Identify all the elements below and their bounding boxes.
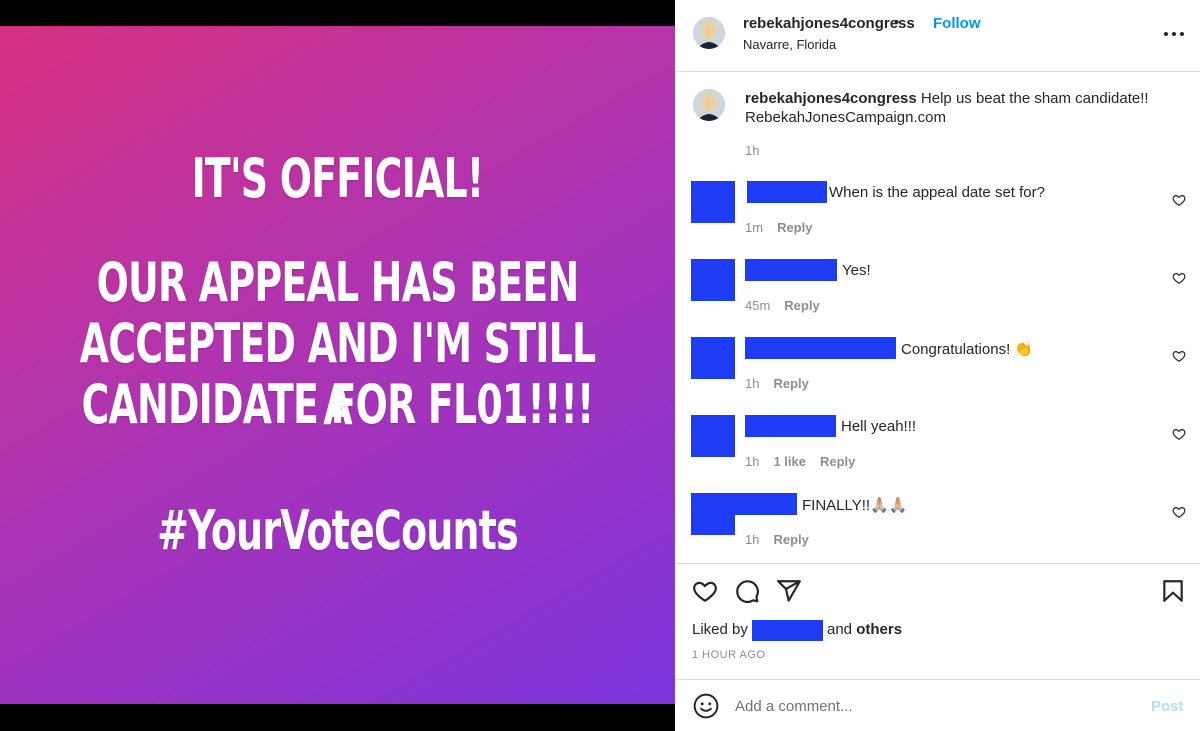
post-image-hashtag: #YourVoteCounts: [157, 499, 519, 562]
liked-by-others[interactable]: and others: [827, 621, 902, 638]
reply-button[interactable]: Reply: [820, 454, 855, 469]
reply-button[interactable]: Reply: [784, 298, 819, 313]
author-photo-icon: [693, 89, 725, 121]
comment-avatar-redacted[interactable]: [691, 493, 735, 535]
caption-avatar[interactable]: [693, 89, 725, 121]
comment-time: 45m: [745, 298, 771, 313]
comment-time: 1m: [745, 220, 764, 235]
comment-like-heart-icon[interactable]: [1172, 271, 1186, 285]
comment-text: Hell yeah!!!: [841, 418, 917, 435]
comment-likes-count[interactable]: 1 like: [773, 454, 806, 469]
comment-item: Congratulations! 👏 1h Reply: [675, 337, 1200, 415]
post-image-line-1: IT'S OFFICIAL!: [191, 147, 485, 210]
comment-like-heart-icon[interactable]: [1172, 505, 1186, 519]
comment-avatar-redacted[interactable]: [691, 259, 735, 301]
comment-meta: 45m Reply: [745, 298, 834, 313]
caption-username[interactable]: rebekahjones4congress: [745, 90, 917, 107]
comment-time: 1h: [745, 532, 760, 547]
comment-meta: 1m Reply: [745, 220, 826, 235]
liked-by-user-redacted[interactable]: [752, 620, 823, 641]
comment-text: FINALLY!!🙏🏼🙏🏼: [802, 497, 908, 514]
comment-item: Yes! 45m Reply: [675, 259, 1200, 337]
comment-icon[interactable]: [734, 578, 760, 604]
post-actions: Liked by and others 1 HOUR AGO: [675, 563, 1200, 669]
post-location[interactable]: Navarre, Florida: [743, 37, 836, 52]
liked-and: and: [827, 621, 853, 638]
comment-meta: 1h Reply: [745, 532, 823, 547]
share-icon[interactable]: [776, 578, 802, 604]
add-comment-bar: Post: [675, 679, 1200, 731]
post-sidebar: rebekahjones4congress • Follow Navarre, …: [675, 0, 1200, 731]
post-header: rebekahjones4congress • Follow Navarre, …: [675, 0, 1200, 72]
liked-others-link[interactable]: others: [856, 621, 902, 638]
comment-item: FINALLY!!🙏🏼🙏🏼 1h Reply: [675, 493, 1200, 571]
comment-text: Yes!: [842, 262, 871, 279]
post-timestamp: 1 HOUR AGO: [692, 649, 766, 661]
comment-avatar-redacted[interactable]: [691, 337, 735, 379]
comment-like-heart-icon[interactable]: [1172, 427, 1186, 441]
comment-like-heart-icon[interactable]: [1172, 193, 1186, 207]
comment-item: Hell yeah!!! 1h 1 like Reply: [675, 415, 1200, 493]
comment-username-redacted[interactable]: [745, 415, 836, 437]
post-image-line-2: OUR APPEAL HAS BEEN: [96, 251, 580, 314]
comment-meta: 1h Reply: [745, 376, 823, 391]
comment-text: When is the appeal date set for?: [829, 184, 1045, 201]
post-comment-button[interactable]: Post: [1151, 698, 1184, 715]
reply-button[interactable]: Reply: [777, 220, 812, 235]
reply-button[interactable]: Reply: [773, 376, 808, 391]
caption-time: 1h: [745, 143, 760, 158]
liked-by-label: Liked by: [692, 621, 748, 638]
author-username[interactable]: rebekahjones4congress: [743, 15, 915, 32]
comment-time: 1h: [745, 454, 760, 469]
post-media-pane: IT'S OFFICIAL! OUR APPEAL HAS BEEN ACCEP…: [0, 0, 675, 731]
comment-text: Congratulations! 👏: [901, 341, 1034, 358]
comment-username-redacted[interactable]: [745, 259, 837, 281]
author-photo-icon: [693, 17, 725, 49]
author-avatar[interactable]: [693, 17, 725, 49]
caption-text-block: rebekahjones4congress Help us beat the s…: [745, 89, 1175, 127]
reply-button[interactable]: Reply: [773, 532, 808, 547]
heart-icon[interactable]: [692, 578, 718, 604]
emoji-icon[interactable]: [693, 693, 719, 719]
more-icon[interactable]: [1162, 24, 1186, 44]
post-image: IT'S OFFICIAL! OUR APPEAL HAS BEEN ACCEP…: [0, 26, 675, 704]
comment-username-redacted[interactable]: [745, 337, 896, 359]
post-image-line-4: CANDIDATE FOR FL01!!!!: [81, 373, 594, 436]
comment-like-heart-icon[interactable]: [1172, 349, 1186, 363]
comment-input[interactable]: [735, 693, 1135, 719]
bookmark-icon[interactable]: [1160, 578, 1186, 604]
comment-meta: 1h 1 like Reply: [745, 454, 869, 469]
comment-avatar-redacted[interactable]: [691, 415, 735, 457]
comment-username-redacted[interactable]: [747, 181, 827, 203]
follow-button[interactable]: Follow: [933, 15, 981, 32]
comment-username-redacted[interactable]: [735, 493, 797, 515]
header-separator: •: [894, 14, 900, 31]
comment-item: When is the appeal date set for? 1m Reply: [675, 181, 1200, 259]
comment-time: 1h: [745, 376, 760, 391]
comment-avatar-redacted[interactable]: [691, 181, 735, 223]
